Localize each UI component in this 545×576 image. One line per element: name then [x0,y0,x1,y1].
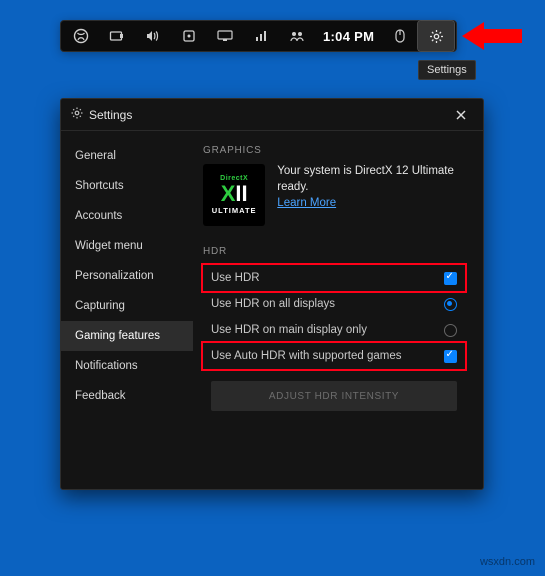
sidebar-item-personalization[interactable]: Personalization [61,261,193,291]
graphics-message: Your system is DirectX 12 Ultimate ready… [277,164,465,195]
settings-window: Settings General Shortcuts Accounts Widg… [60,98,484,490]
titlebar: Settings [61,99,483,131]
sidebar-item-notifications[interactable]: Notifications [61,351,193,381]
audio-icon[interactable] [135,21,171,51]
sidebar-item-general[interactable]: General [61,141,193,171]
use-hdr-label: Use HDR [211,272,260,284]
use-hdr-checkbox[interactable] [444,272,457,285]
auto-hdr-row[interactable]: Use Auto HDR with supported games [203,343,465,369]
game-bar: 1:04 PM [60,20,457,52]
window-title: Settings [89,108,132,122]
callout-arrow [462,22,522,50]
auto-hdr-checkbox[interactable] [444,350,457,363]
graphics-section-label: GRAPHICS [203,145,465,156]
widgets-icon[interactable] [207,21,243,51]
use-hdr-main-radio[interactable] [444,324,457,337]
auto-hdr-label: Use Auto HDR with supported games [211,350,401,362]
settings-tooltip: Settings [418,60,476,80]
xbox-icon[interactable] [63,21,99,51]
clock: 1:04 PM [315,29,382,44]
graphics-card: DirectX XII ULTIMATE Your system is Dire… [203,164,465,226]
sidebar-item-widget-menu[interactable]: Widget menu [61,231,193,261]
sidebar-item-feedback[interactable]: Feedback [61,381,193,411]
watermark: wsxdn.com [480,556,535,568]
directx-badge: DirectX XII ULTIMATE [203,164,265,226]
performance-icon[interactable] [243,21,279,51]
hdr-section-label: HDR [203,246,465,257]
use-hdr-main-label: Use HDR on main display only [211,324,367,336]
settings-sidebar: General Shortcuts Accounts Widget menu P… [61,131,193,489]
sidebar-item-shortcuts[interactable]: Shortcuts [61,171,193,201]
sidebar-item-gaming-features[interactable]: Gaming features [61,321,193,351]
resources-icon[interactable] [171,21,207,51]
use-hdr-all-row[interactable]: Use HDR on all displays [203,291,465,317]
use-hdr-all-label: Use HDR on all displays [211,298,335,310]
adjust-hdr-button[interactable]: ADJUST HDR INTENSITY [211,381,457,411]
close-button[interactable] [449,104,473,126]
use-hdr-all-radio[interactable] [444,298,457,311]
mouse-icon[interactable] [382,21,418,51]
use-hdr-main-row[interactable]: Use HDR on main display only [203,317,465,343]
sidebar-item-capturing[interactable]: Capturing [61,291,193,321]
settings-button[interactable] [418,21,454,51]
settings-content: GRAPHICS DirectX XII ULTIMATE Your syste… [193,131,483,489]
sidebar-item-accounts[interactable]: Accounts [61,201,193,231]
learn-more-link[interactable]: Learn More [277,197,336,209]
social-icon[interactable] [279,21,315,51]
capture-icon[interactable] [99,21,135,51]
gear-icon [71,107,83,122]
use-hdr-row[interactable]: Use HDR [203,265,465,291]
